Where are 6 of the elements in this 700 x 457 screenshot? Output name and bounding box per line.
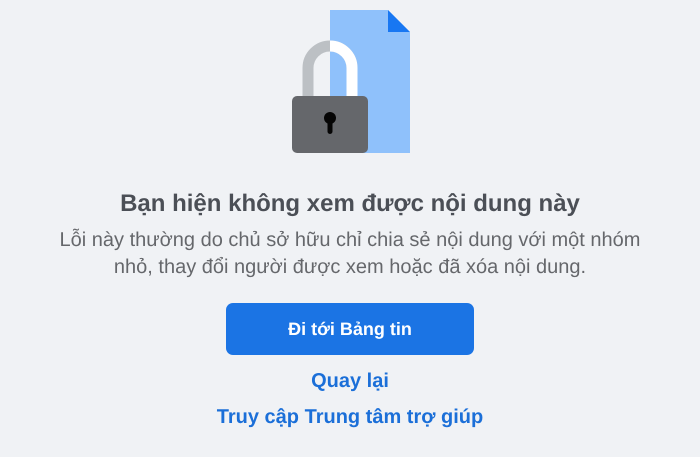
link[interactable]: Truy cập Trung tâm trợ giúp [216, 405, 484, 429]
locked-document-icon [292, 10, 410, 153]
error-title: Bạn hiện không xem được nội dung này [120, 189, 580, 219]
news-feed-button[interactable]: Đi tới Bảng tin [226, 303, 474, 355]
error-message: Lỗi này thường do chủ sở hữu chỉ chia sẻ nội dung với một nhóm nhỏ, thay đổi người được xem hoặc đã xóa nội dung. [58, 228, 642, 280]
link[interactable]: Quay lại [311, 369, 389, 393]
